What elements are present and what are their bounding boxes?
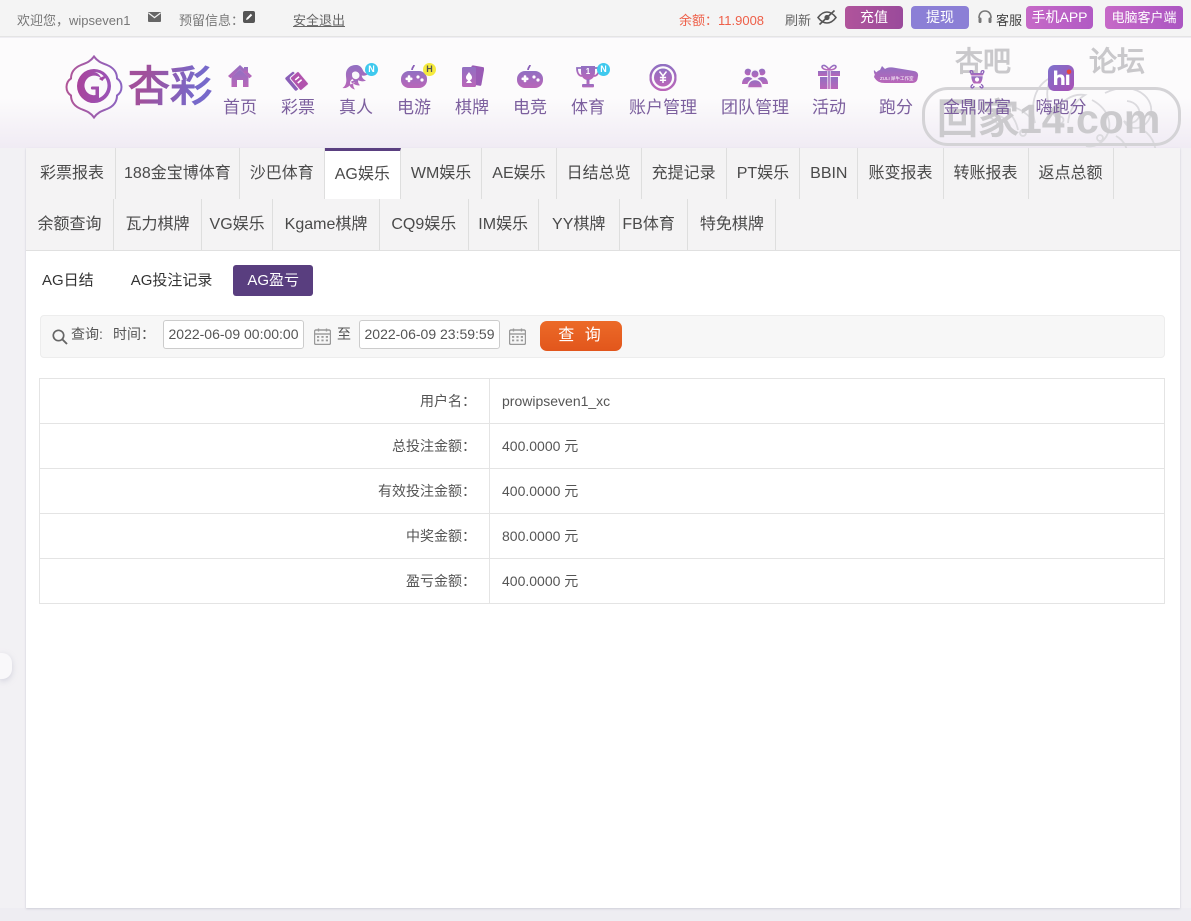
svg-text:ZULI 犀牛工作室: ZULI 犀牛工作室 [880, 75, 914, 82]
svg-text:1: 1 [586, 67, 591, 76]
